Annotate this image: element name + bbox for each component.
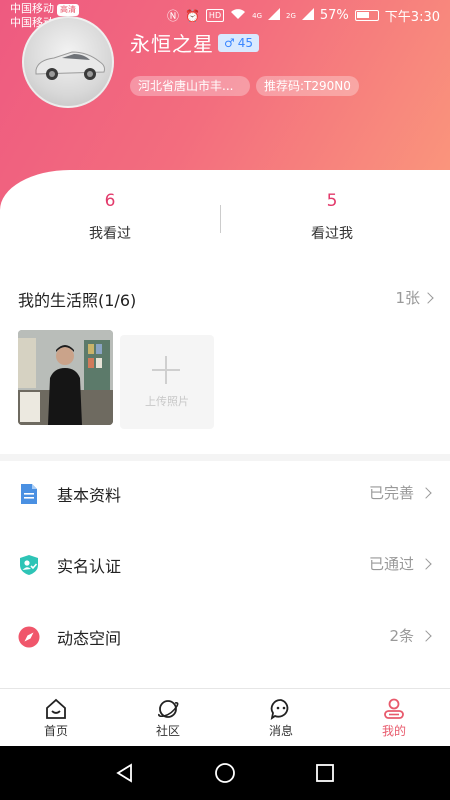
menu-real-name-auth[interactable]: 实名认证 已通过 bbox=[0, 541, 450, 591]
nav-messages-label: 消息 bbox=[268, 724, 293, 738]
avatar[interactable] bbox=[22, 16, 114, 108]
back-icon[interactable] bbox=[114, 762, 136, 784]
chat-bubble-icon bbox=[270, 699, 289, 720]
age-value: 45 bbox=[237, 36, 254, 50]
viewer-count: 5 bbox=[326, 191, 338, 211]
car-image bbox=[35, 51, 105, 80]
viewed-count: 6 bbox=[104, 191, 116, 211]
verified-user-icon bbox=[20, 555, 38, 575]
signal-icon-2 bbox=[301, 8, 314, 23]
compass-icon bbox=[18, 626, 40, 648]
system-nav-bar bbox=[0, 746, 450, 800]
stat-viewed[interactable]: 6 我看过 bbox=[20, 185, 200, 243]
nav-community[interactable]: 社区 bbox=[112, 689, 224, 747]
nav-home[interactable]: 首页 bbox=[0, 689, 112, 747]
gender-age-badge: ♂ 45 bbox=[218, 34, 260, 52]
life-photos-title: 我的生活照(1/6) bbox=[18, 291, 137, 310]
nfc-icon: Ⓝ bbox=[166, 9, 179, 23]
menu-status: 2条 bbox=[389, 627, 414, 645]
stat-viewers[interactable]: 5 看过我 bbox=[242, 185, 422, 243]
document-icon bbox=[21, 484, 37, 504]
upload-photo-button[interactable]: 上传照片 bbox=[120, 335, 214, 429]
battery-percent: 57% bbox=[319, 8, 349, 23]
viewer-label: 看过我 bbox=[311, 226, 353, 242]
menu-basic-info[interactable]: 基本资料 已完善 bbox=[0, 470, 450, 520]
menu-status: 已通过 bbox=[368, 555, 414, 573]
hd-icon: HD bbox=[205, 9, 225, 22]
recents-icon[interactable] bbox=[314, 762, 336, 784]
stats-divider bbox=[220, 205, 221, 233]
username: 永恒之星 bbox=[130, 32, 214, 56]
hd-call-badge: 高清 bbox=[57, 4, 79, 16]
section-divider bbox=[0, 454, 450, 461]
nav-home-label: 首页 bbox=[43, 724, 68, 738]
battery-icon bbox=[354, 10, 379, 21]
wifi-icon bbox=[230, 8, 246, 23]
nav-mine[interactable]: 我的 bbox=[338, 689, 450, 747]
chevron-right-icon bbox=[420, 630, 432, 642]
status-indicators: Ⓝ ⏰ HD 4G 2G 57% 下午3:30 bbox=[167, 6, 440, 25]
life-photo[interactable] bbox=[18, 330, 113, 425]
upload-photo-label: 上传照片 bbox=[145, 395, 189, 408]
home-icon bbox=[46, 698, 66, 719]
nav-messages[interactable]: 消息 bbox=[225, 689, 337, 747]
alarm-icon: ⏰ bbox=[184, 8, 200, 23]
chevron-right-icon bbox=[422, 291, 434, 304]
viewed-label: 我看过 bbox=[89, 226, 131, 242]
chevron-right-icon bbox=[420, 487, 432, 499]
life-photos-count[interactable]: 1张 bbox=[395, 287, 434, 308]
male-icon: ♂ bbox=[224, 36, 235, 50]
menu-label: 实名认证 bbox=[57, 557, 122, 576]
network-4g: 4G bbox=[252, 11, 262, 20]
bottom-nav: 首页 社区 消息 我的 bbox=[0, 688, 450, 746]
planet-icon bbox=[158, 700, 179, 718]
location-chip: 河北省唐山市丰... bbox=[130, 76, 250, 96]
menu-status: 已完善 bbox=[368, 484, 414, 502]
menu-label: 动态空间 bbox=[57, 629, 122, 648]
photo-count-label: 1张 bbox=[395, 289, 420, 307]
user-profile-icon bbox=[384, 698, 404, 719]
menu-label: 基本资料 bbox=[57, 486, 122, 505]
chevron-right-icon bbox=[420, 558, 432, 570]
clock: 下午3:30 bbox=[384, 10, 440, 25]
network-2g: 2G bbox=[286, 11, 296, 20]
referral-code-chip[interactable]: 推荐码:T290N0 bbox=[256, 76, 359, 96]
nav-community-label: 社区 bbox=[155, 724, 180, 738]
signal-icon-1 bbox=[268, 8, 280, 23]
plus-icon-vertical bbox=[165, 356, 167, 384]
nav-mine-label: 我的 bbox=[381, 724, 406, 738]
carrier-1: 中国移动 bbox=[10, 2, 54, 15]
menu-moments[interactable]: 动态空间 2条 bbox=[0, 613, 450, 663]
visit-stats: 6 我看过 5 看过我 bbox=[0, 185, 450, 255]
person-photo bbox=[18, 330, 113, 425]
home-circle-icon[interactable] bbox=[214, 762, 236, 784]
